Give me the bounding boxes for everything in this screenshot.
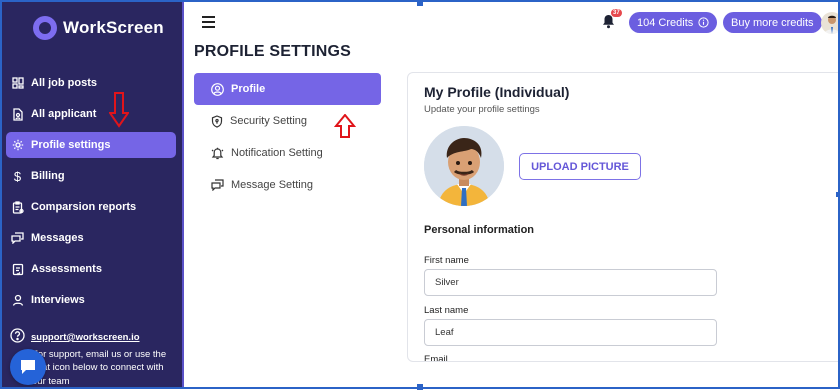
sidebar-item-comparsion-reports[interactable]: Comparsion reports: [6, 194, 176, 220]
sidebar-item-label: Messages: [31, 232, 84, 244]
report-icon: [11, 200, 24, 214]
card-subtitle: Update your profile settings: [424, 104, 540, 115]
sidebar-item-profile-settings[interactable]: Profile settings: [6, 132, 176, 158]
help-circle-icon: [10, 328, 25, 348]
first-name-label: First name: [424, 255, 469, 266]
shield-icon: [211, 114, 223, 128]
buy-credits-button[interactable]: Buy more credits: [723, 12, 822, 33]
app-logo[interactable]: WorkScreen: [33, 16, 164, 40]
annotation-arrow-up-icon: [334, 114, 356, 138]
scroll-indicator: [836, 192, 839, 197]
messages-icon: [11, 232, 24, 245]
sidebar-item-label: Interviews: [31, 294, 85, 306]
profile-card: My Profile (Individual) Update your prof…: [407, 72, 840, 362]
credits-button[interactable]: 104 Credits: [629, 12, 718, 33]
sidebar: WorkScreen All job posts All applicant P…: [0, 0, 184, 389]
buy-credits-label: Buy more credits: [731, 16, 814, 29]
user-circle-icon: [211, 82, 224, 96]
user-avatar[interactable]: [821, 12, 840, 34]
info-icon: [698, 17, 709, 28]
settings-tab-notification[interactable]: Notification Setting: [194, 137, 381, 169]
menu-toggle-button[interactable]: [202, 16, 215, 31]
email-label: Email: [424, 354, 448, 362]
messages-icon: [211, 179, 224, 191]
annotation-arrow-down-icon: [109, 92, 129, 128]
document-person-icon: [11, 107, 24, 121]
logo-icon: [33, 16, 57, 40]
resize-handle[interactable]: [417, 0, 423, 6]
last-name-label: Last name: [424, 305, 469, 316]
upload-picture-button[interactable]: UPLOAD PICTURE: [519, 153, 641, 180]
settings-tab-message[interactable]: Message Setting: [194, 169, 381, 201]
sidebar-item-all-applicant[interactable]: All applicant: [6, 101, 176, 127]
dollar-icon: $: [13, 168, 22, 184]
personal-info-heading: Personal information: [424, 224, 535, 236]
profile-picture: [424, 126, 504, 206]
sidebar-item-label: All job posts: [31, 77, 97, 89]
grid-icon: [11, 77, 24, 90]
sidebar-nav: All job posts All applicant Profile sett…: [6, 70, 176, 318]
notification-badge: 37: [611, 9, 622, 17]
sidebar-item-label: All applicant: [31, 108, 97, 120]
sidebar-item-label: Billing: [31, 170, 65, 182]
sidebar-item-messages[interactable]: Messages: [6, 225, 176, 251]
person-icon: [11, 294, 24, 307]
resize-handle[interactable]: [417, 384, 423, 390]
gear-icon: [11, 139, 24, 152]
sidebar-item-label: Profile settings: [31, 139, 111, 151]
credits-label: 104 Credits: [637, 16, 694, 29]
sidebar-item-billing[interactable]: $ Billing: [6, 163, 176, 189]
support-email-link[interactable]: support@workscreen.io: [10, 328, 176, 348]
sidebar-item-label: Assessments: [31, 263, 102, 275]
page-title: PROFILE SETTINGS: [194, 43, 351, 60]
assessment-icon: [11, 263, 24, 276]
chat-button[interactable]: [10, 349, 46, 385]
last-name-field[interactable]: Leaf: [424, 319, 717, 346]
chat-icon: [21, 360, 35, 374]
first-name-field[interactable]: Silver: [424, 269, 717, 296]
bell-icon: [211, 147, 224, 159]
sidebar-item-all-job-posts[interactable]: All job posts: [6, 70, 176, 96]
sidebar-item-interviews[interactable]: Interviews: [6, 287, 176, 313]
card-title: My Profile (Individual): [424, 84, 570, 100]
app-name: WorkScreen: [63, 18, 164, 37]
sidebar-item-assessments[interactable]: Assessments: [6, 256, 176, 282]
sidebar-item-label: Comparsion reports: [31, 201, 137, 213]
settings-tab-profile[interactable]: Profile: [194, 73, 381, 105]
